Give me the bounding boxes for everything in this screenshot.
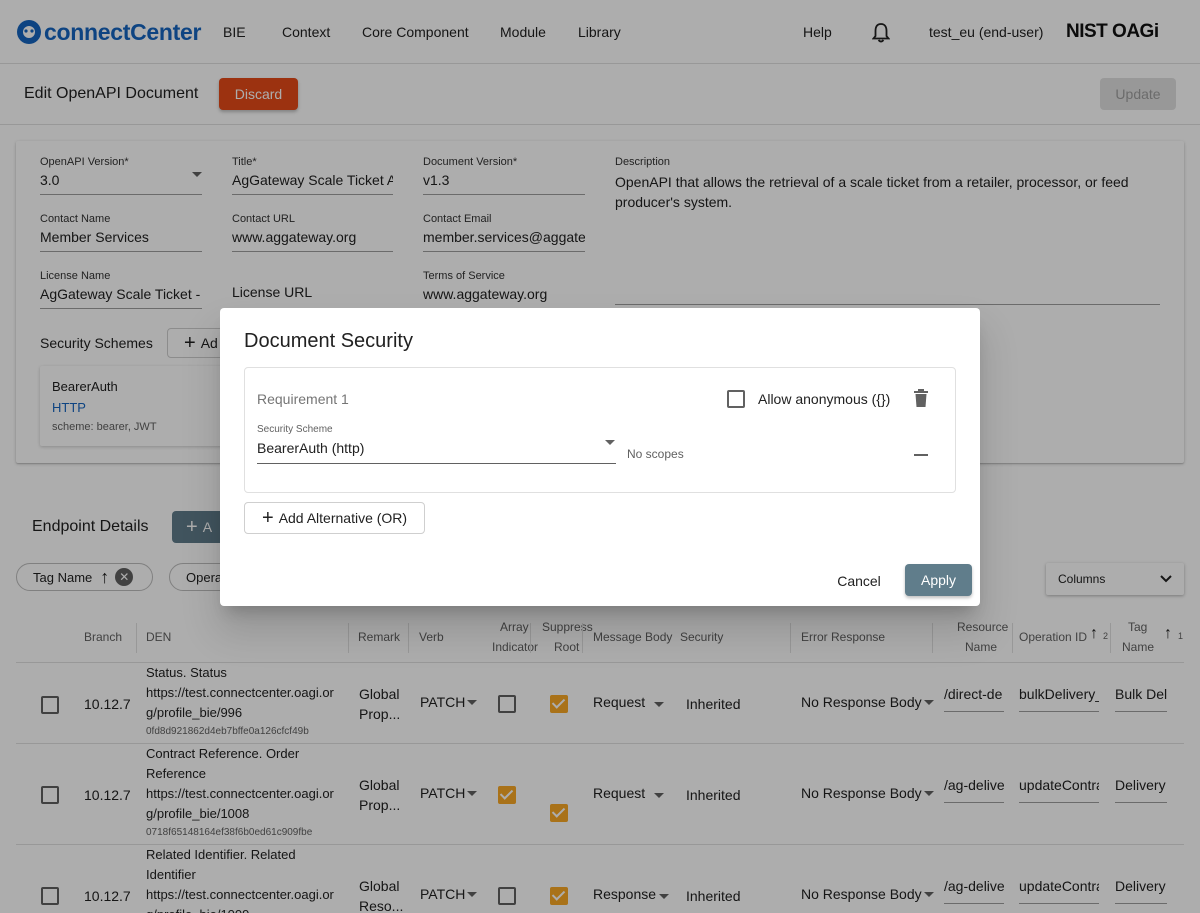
chevron-down-icon — [605, 440, 615, 445]
apply-button[interactable]: Apply — [905, 564, 972, 596]
requirement-label: Requirement 1 — [257, 391, 349, 407]
cancel-label: Cancel — [837, 573, 881, 589]
dialog-title: Document Security — [244, 330, 413, 352]
apply-label: Apply — [920, 572, 957, 588]
allow-anonymous-label[interactable]: Allow anonymous ({}) — [758, 391, 890, 407]
add-alternative-label: Add Alternative (OR) — [278, 510, 408, 526]
allow-anonymous-checkbox[interactable] — [727, 390, 745, 408]
security-scheme-label: Security Scheme — [257, 424, 333, 435]
remove-scheme-icon[interactable] — [914, 454, 928, 456]
cancel-button[interactable]: Cancel — [826, 565, 892, 597]
document-security-dialog: Document Security Requirement 1 Allow an… — [220, 308, 980, 606]
requirement-card: Requirement 1 Allow anonymous ({}) Secur… — [244, 367, 956, 493]
plus-icon: + — [262, 507, 274, 529]
add-alternative-button[interactable]: + Add Alternative (OR) — [244, 502, 425, 534]
security-scheme-select[interactable]: BearerAuth (http) — [257, 440, 616, 464]
delete-icon[interactable] — [914, 389, 928, 407]
no-scopes-label: No scopes — [627, 447, 684, 461]
security-scheme-value: BearerAuth (http) — [257, 440, 365, 456]
